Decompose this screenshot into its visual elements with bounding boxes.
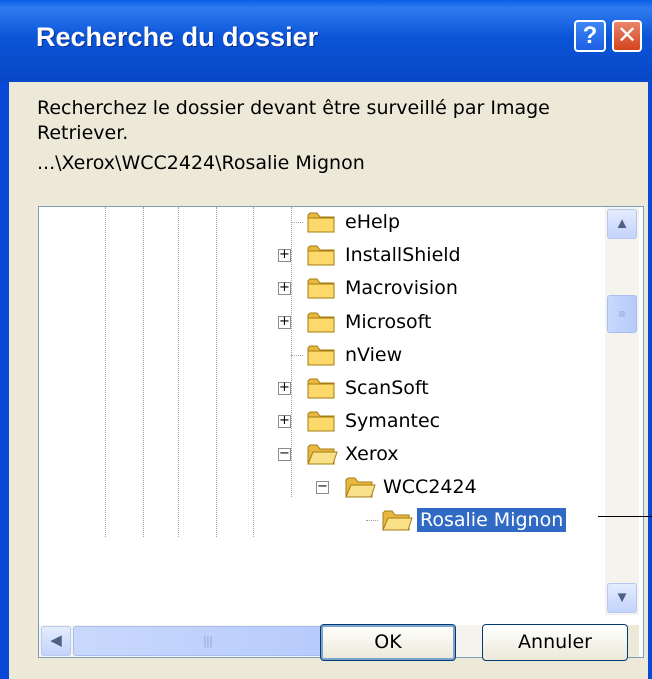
tree-item-label: ScanSoft bbox=[345, 377, 429, 399]
tree-item-nview[interactable]: nView bbox=[278, 340, 586, 372]
dialog-body: Recherchez le dossier devant être survei… bbox=[9, 82, 652, 679]
scroll-left-icon[interactable]: ◀ bbox=[41, 626, 71, 656]
tree-item-rosalie-mignon[interactable]: Rosalie Mignon bbox=[353, 505, 586, 537]
tree-guide bbox=[253, 207, 254, 537]
tree-item-installshield[interactable]: + InstallShield bbox=[278, 240, 586, 272]
tree-connector bbox=[291, 222, 303, 223]
tree-guide bbox=[105, 207, 106, 537]
scroll-up-icon[interactable]: ▲ bbox=[607, 209, 637, 239]
open-folder-icon bbox=[306, 441, 338, 467]
tree-item-label: nView bbox=[345, 344, 403, 366]
selected-path: ...\Xerox\WCC2424\Rosalie Mignon bbox=[37, 152, 365, 174]
window-border bbox=[648, 82, 652, 679]
tree-item-microsoft[interactable]: + Microsoft bbox=[278, 307, 586, 339]
folder-icon bbox=[306, 375, 338, 401]
close-button[interactable]: ✕ bbox=[612, 20, 642, 52]
folder-icon bbox=[306, 242, 338, 268]
folder-icon bbox=[306, 408, 338, 434]
tree-item-ehelp[interactable]: eHelp bbox=[278, 207, 586, 239]
help-button[interactable]: ? bbox=[574, 20, 606, 52]
folder-icon bbox=[306, 275, 338, 301]
expand-icon[interactable]: + bbox=[278, 281, 291, 295]
scroll-down-icon[interactable]: ▼ bbox=[607, 583, 637, 613]
ok-button[interactable]: OK bbox=[320, 624, 456, 661]
tree-item-label: WCC2424 bbox=[383, 476, 477, 498]
tree-guide bbox=[143, 207, 144, 537]
open-folder-icon bbox=[344, 474, 376, 500]
tree-item-symantec[interactable]: + Symantec bbox=[278, 406, 586, 438]
open-folder-icon bbox=[381, 507, 413, 533]
vertical-scrollbar[interactable]: ▲ ≡ ▼ bbox=[605, 207, 639, 615]
tree-item-label: Rosalie Mignon bbox=[417, 508, 567, 532]
expand-icon[interactable]: + bbox=[278, 248, 291, 262]
tree-item-wcc2424[interactable]: − WCC2424 bbox=[316, 472, 586, 504]
window-title: Recherche du dossier bbox=[36, 22, 319, 52]
tree-item-label: InstallShield bbox=[345, 244, 461, 266]
title-bar[interactable]: Recherche du dossier ? ✕ bbox=[0, 0, 652, 82]
folder-icon bbox=[306, 209, 338, 235]
dialog-description: Recherchez le dossier devant être survei… bbox=[37, 97, 550, 144]
dialog-window: Recherche du dossier ? ✕ Recherchez le d… bbox=[0, 0, 652, 679]
folder-icon bbox=[306, 342, 338, 368]
tree-connector bbox=[291, 355, 303, 356]
vertical-scroll-thumb[interactable]: ≡ bbox=[607, 295, 637, 333]
cancel-button[interactable]: Annuler bbox=[482, 624, 628, 661]
collapse-icon[interactable]: − bbox=[316, 480, 329, 494]
tree-item-scansoft[interactable]: + ScanSoft bbox=[278, 373, 586, 405]
expand-icon[interactable]: + bbox=[278, 414, 291, 428]
tree-guide bbox=[216, 207, 217, 537]
folder-tree[interactable]: eHelp + InstallShield + Macrovision + Micro… bbox=[38, 206, 644, 658]
collapse-icon[interactable]: − bbox=[278, 447, 291, 461]
tree-item-xerox[interactable]: − Xerox bbox=[278, 439, 586, 471]
tree-item-macrovision[interactable]: + Macrovision bbox=[278, 273, 586, 305]
tree-item-label: Symantec bbox=[345, 410, 441, 432]
expand-icon[interactable]: + bbox=[278, 381, 291, 395]
tree-item-label: Macrovision bbox=[345, 277, 458, 299]
folder-icon bbox=[306, 309, 338, 335]
tree-item-label: Xerox bbox=[345, 443, 399, 465]
callout-line bbox=[598, 516, 652, 517]
expand-icon[interactable]: + bbox=[278, 315, 291, 329]
tree-item-label: Microsoft bbox=[345, 311, 432, 333]
tree-item-label: eHelp bbox=[345, 211, 401, 233]
horizontal-scroll-thumb[interactable]: ||| bbox=[73, 626, 343, 656]
tree-guide bbox=[178, 207, 179, 537]
tree-connector bbox=[366, 520, 378, 521]
